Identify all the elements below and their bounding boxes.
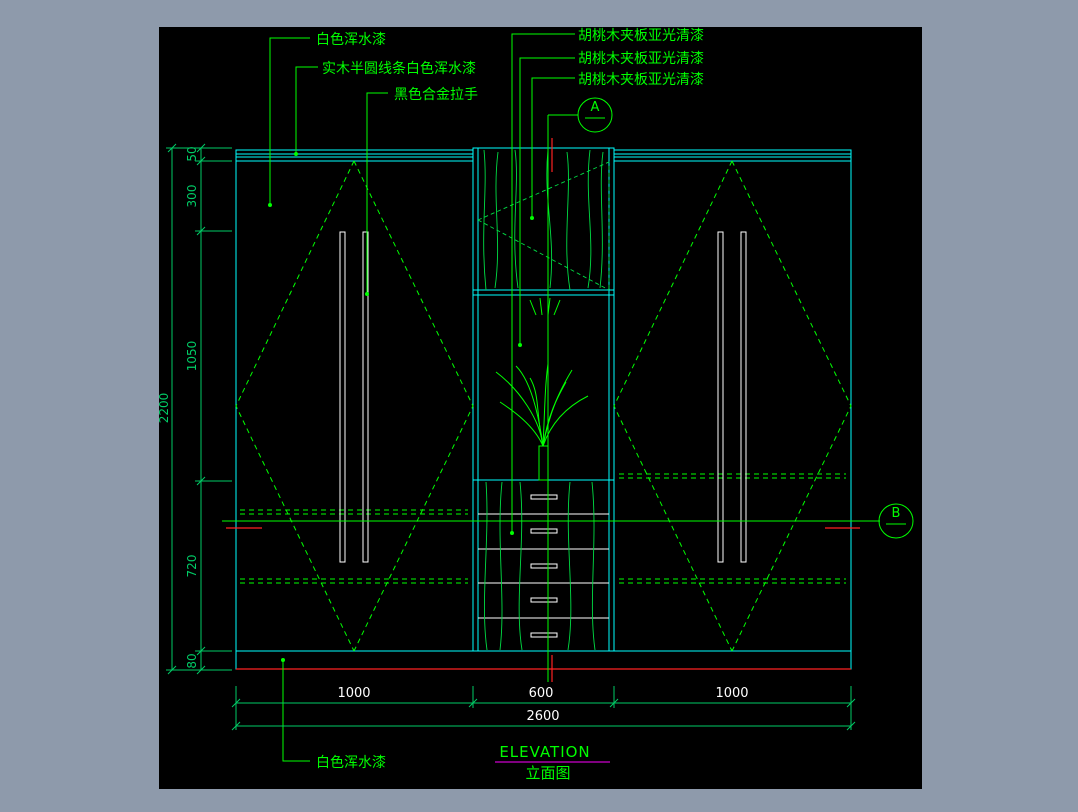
callout-white-paint-top: 白色浑水漆 [316,31,386,48]
dim-2200: 2200 [157,393,171,424]
callout-walnut-2: 胡桃木夹板亚光清漆 [578,51,704,67]
callout-walnut-1: 胡桃木夹板亚光清漆 [578,28,704,44]
cad-drawing-svg[interactable]: A B 白色浑水漆 实木半圆线条白色浑水漆 黑色合金拉手 胡桃木夹板亚光清漆 胡… [0,0,1078,808]
dim-600: 600 [529,686,554,701]
section-marker-a-label: A [591,100,600,115]
dim-1000-left: 1000 [337,686,370,701]
section-marker-b-label: B [892,506,901,521]
dim-720: 720 [185,555,199,578]
title-elevation-cn: 立面图 [525,764,570,782]
dim-1000-right: 1000 [715,686,748,701]
dim-300: 300 [185,185,199,208]
callout-black-alloy-handle: 黑色合金拉手 [394,86,478,103]
title-elevation: ELEVATION [499,743,590,761]
dim-1050: 1050 [185,341,199,372]
dim-50: 50 [185,146,199,161]
dim-80: 80 [185,653,199,668]
dim-2600: 2600 [526,709,559,724]
callout-solid-wood-moulding: 实木半圆线条白色浑水漆 [322,60,476,77]
drawing-canvas[interactable] [159,27,922,789]
callout-walnut-3: 胡桃木夹板亚光清漆 [578,72,704,88]
cad-viewport[interactable]: A B 白色浑水漆 实木半圆线条白色浑水漆 黑色合金拉手 胡桃木夹板亚光清漆 胡… [0,0,1078,808]
callout-white-paint-bottom: 白色浑水漆 [316,754,386,771]
